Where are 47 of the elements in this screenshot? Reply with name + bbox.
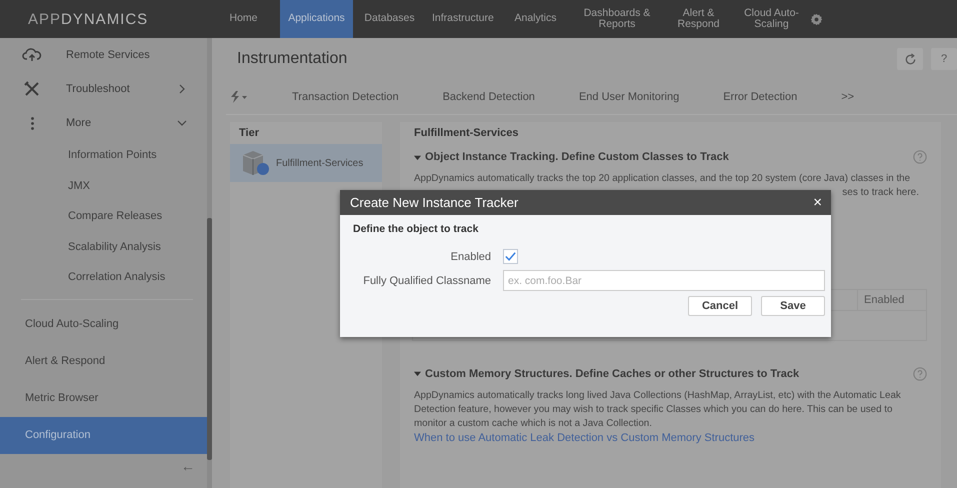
sidebar-item[interactable]: Metric Browser xyxy=(0,380,207,416)
section-description: ses to track here. xyxy=(842,186,919,200)
nav-tab[interactable]: Analytics xyxy=(499,0,572,38)
section-title: Custom Memory Structures. Define Caches or other Structures to Track xyxy=(425,368,800,380)
nav-tab[interactable]: Applications xyxy=(280,0,353,38)
logo: APPDYNAMICS xyxy=(27,10,150,30)
nav-tab[interactable]: Cloud Auto-Scaling xyxy=(735,0,808,38)
close-button[interactable]: × xyxy=(804,194,831,211)
page-title: Instrumentation xyxy=(237,50,348,68)
sidebar-item[interactable]: Alert & Respond xyxy=(0,342,207,380)
help-link[interactable]: When to use Automatic Leak Detection vs Custom Memory Structures xyxy=(414,432,933,444)
column-header: Enabled xyxy=(857,290,926,310)
field-label: Fully Qualified Classname xyxy=(362,274,491,286)
field-label: Enabled xyxy=(450,250,491,262)
tab[interactable]: Error Detection xyxy=(701,91,820,103)
collapse-button[interactable]: ← xyxy=(181,454,195,478)
classname-input[interactable]: ex. com.foo.Bar xyxy=(503,270,825,291)
sidebar-item[interactable]: Configuration xyxy=(0,416,207,454)
dialog-subtitle: Define the object to track xyxy=(353,223,480,235)
sidebar-subitem[interactable]: Compare Releases xyxy=(0,201,207,232)
detail-heading: Fulfillment-Services xyxy=(413,126,520,141)
sidebar-subitem[interactable]: Information Points xyxy=(0,140,207,170)
nav-tab[interactable]: Databases xyxy=(353,0,426,38)
sidebar-item[interactable]: More xyxy=(0,106,207,140)
sidebar-item[interactable]: Cloud Auto-Scaling xyxy=(0,306,207,342)
nav-tab[interactable]: Infrastructure xyxy=(426,0,499,38)
sidebar-subitem[interactable]: Correlation Analysis xyxy=(0,262,207,292)
section-description: AppDynamics automatically tracks the top 20 application classes, and the top 20 system (core Java) classes in the xyxy=(414,172,912,186)
sidebar-subitem[interactable]: JMX xyxy=(0,170,207,201)
tab[interactable]: >> xyxy=(819,91,876,103)
help-button[interactable]: ? xyxy=(931,48,957,70)
nav-tab[interactable]: Alert & Respond xyxy=(662,0,735,38)
tier-heading: Tier xyxy=(238,126,260,141)
sidebar-subitem[interactable]: Scalability Analysis xyxy=(0,232,207,262)
section-title: Object Instance Tracking. Define Custom Classes to Track xyxy=(425,151,730,163)
nav-tab[interactable]: Home xyxy=(207,0,280,38)
dialog-title: Create New Instance Tracker xyxy=(350,195,520,210)
sidebar-item[interactable]: Troubleshoot xyxy=(0,72,207,106)
dialog-button[interactable]: Save xyxy=(761,296,825,316)
section-description: AppDynamics automatically tracks long lived Java Collections (HashMap, ArrayList, etc) with the Automatic Leak Detection feature, however you may wish to track specific Classes which you can do here. This can be used to monitor a custom cache which is not a Java Collection. xyxy=(414,388,902,432)
tab[interactable]: End User Monitoring xyxy=(556,91,702,103)
tab[interactable]: Backend Detection xyxy=(420,91,557,103)
sidebar-item[interactable]: Remote Services xyxy=(0,38,207,72)
tab[interactable]: Transaction Detection xyxy=(264,91,421,103)
tier-item[interactable]: Fulfillment-Services xyxy=(230,144,382,182)
nav-tab[interactable]: Dashboards & Reports xyxy=(572,0,662,38)
dialog-button[interactable]: Cancel xyxy=(688,296,752,316)
